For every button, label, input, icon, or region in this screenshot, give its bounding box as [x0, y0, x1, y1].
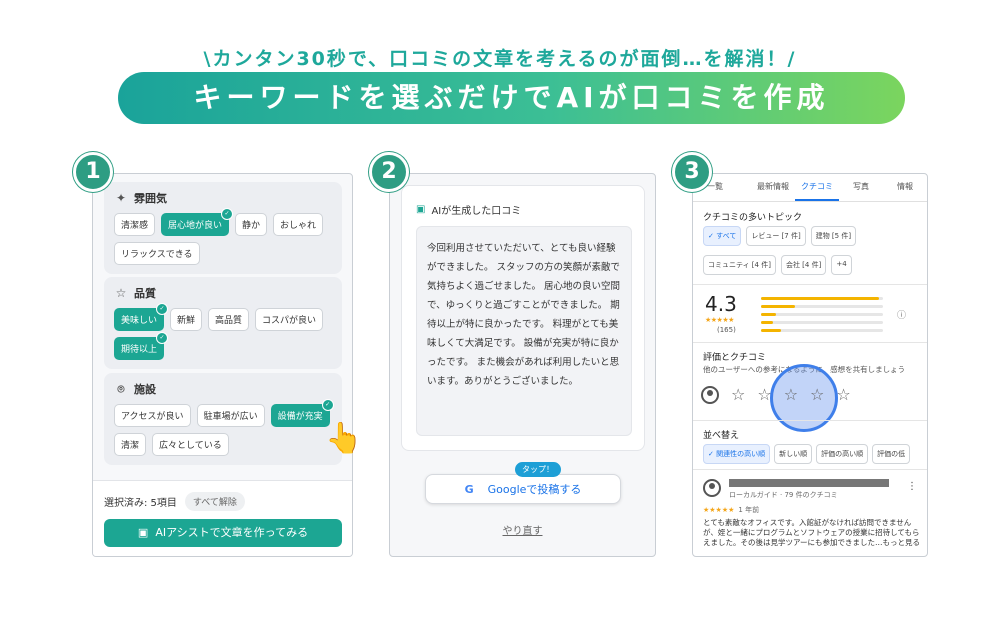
category-title: 雰囲気 [134, 192, 167, 205]
generated-review-heading: AIが生成した口コミ [431, 206, 522, 217]
selected-count: 選択済み: 5項目 [104, 498, 177, 509]
tab-photos[interactable]: 写真 [839, 174, 883, 201]
topic-chip[interactable]: コミュニティ [4 件] [703, 255, 776, 275]
keyword-chip[interactable]: コスパが良い [255, 308, 324, 331]
user-avatar-icon [701, 385, 719, 404]
generated-review-card: ▣ AIが生成した口コミ 今回利用させていただいて、とても良い経験ができました。… [401, 185, 645, 451]
average-rating: 4.3 [705, 292, 737, 316]
review-star-glyphs: ★★★★★ [703, 506, 735, 514]
keyword-chip-selected[interactable]: 期待以上 [114, 332, 169, 360]
reviewer-meta: ローカルガイド · 79 件のクチコミ [729, 491, 838, 499]
review-body: とても素敵なオフィスです。入館証がなければ訪問できませんが、姪と一緒にプログラム… [703, 518, 921, 547]
sort-chip-highest[interactable]: 評価の高い順 [816, 444, 869, 464]
keyword-chip[interactable]: アクセスが良い [114, 404, 191, 427]
reviewer-name-redacted [729, 479, 889, 487]
google-reviews-panel: 一覧 最新情報 クチコミ 写真 情報 クチコミの多いトピック ✓ すべて レビュ… [692, 173, 928, 557]
clear-all-button[interactable]: すべて解除 [184, 492, 245, 511]
tab-reviews[interactable]: クチコミ [795, 174, 839, 201]
sort-title: 並べ替え [703, 431, 740, 441]
rating-bar-1 [761, 329, 883, 332]
tab-info[interactable]: 情報 [883, 174, 927, 201]
keyword-chip[interactable]: 静か [235, 213, 268, 236]
star-input-1[interactable]: ☆ [731, 385, 745, 404]
post-to-google-button[interactable]: G Googleで投稿する [425, 474, 621, 504]
category-title: 品質 [134, 287, 156, 300]
star-outline-icon: ☆ [115, 286, 127, 300]
rating-bar-4 [761, 305, 883, 308]
topic-chip[interactable]: レビュー [7 件] [746, 226, 806, 246]
tapping-hand-icon: 👆 [325, 421, 363, 456]
star-input-3[interactable]: ☆ [784, 385, 798, 404]
sparkle-icon: ✦ [115, 191, 127, 205]
star-input-5[interactable]: ☆ [836, 385, 850, 404]
divider [693, 420, 927, 421]
topic-chip-more[interactable]: +4 [831, 255, 852, 275]
google-icon: G [464, 483, 474, 496]
keyword-chip[interactable]: 清潔 [114, 433, 147, 456]
review-date: 1 年前 [738, 506, 760, 514]
sort-chip-relevance[interactable]: ✓ 関連性の高い順 [703, 444, 771, 464]
star-input-row: ☆ ☆ ☆ ☆ ☆ [701, 385, 851, 404]
rating-stars: ★★★★★ [705, 316, 734, 324]
ai-assist-button-label: AIアシストで文章を作ってみる [155, 526, 309, 539]
info-icon[interactable]: ⓘ [897, 308, 906, 321]
reviewer-avatar-icon [703, 479, 721, 497]
divider [693, 469, 927, 470]
keyword-chip-selected[interactable]: 設備が充実 [270, 399, 334, 427]
generated-review-panel: ▣ AIが生成した口コミ 今回利用させていただいて、とても良い経験ができました。… [389, 173, 656, 557]
keyword-chip-selected[interactable]: 居心地が良い [161, 208, 234, 236]
location-pin-icon: ⌾ [117, 381, 125, 396]
step-badge-1: 1 [73, 152, 113, 192]
keyword-selection-panel: ✦ 雰囲気 清潔感 居心地が良い 静か おしゃれ リラックスできる ☆ 品質 美味し… [92, 173, 353, 557]
category-card-atmosphere: ✦ 雰囲気 清潔感 居心地が良い 静か おしゃれ リラックスできる [104, 182, 342, 274]
sort-chip-lowest[interactable]: 評価の低 [872, 444, 911, 464]
sort-chip-newest[interactable]: 新しい順 [774, 444, 813, 464]
tab-latest[interactable]: 最新情報 [751, 174, 795, 201]
step-badge-3: 3 [672, 152, 712, 192]
keyword-chip[interactable]: 広々としている [152, 433, 229, 456]
generated-review-text[interactable]: 今回利用させていただいて、とても良い経験ができました。 スタッフの方の笑顔が素敵… [416, 226, 632, 436]
selection-footer: 選択済み: 5項目 すべて解除 ▣ AIアシストで文章を作ってみる [93, 480, 352, 556]
topic-chips-row: コミュニティ [4 件] 会社 [4 件] +4 [703, 255, 923, 275]
keyword-chip[interactable]: おしゃれ [273, 213, 324, 236]
keyword-chip[interactable]: 駐車場が広い [196, 404, 265, 427]
keyword-chip[interactable]: 新鮮 [170, 308, 203, 331]
topic-chips-row: ✓ すべて レビュー [7 件] 建物 [5 件] [703, 226, 923, 246]
category-title: 施設 [134, 383, 156, 396]
topic-chip[interactable]: 会社 [4 件] [780, 255, 827, 275]
robot-icon: ▣ [416, 204, 426, 215]
keyword-chip[interactable]: 清潔感 [114, 213, 156, 236]
category-card-quality: ☆ 品質 美味しい 新鮮 高品質 コスパが良い 期待以上 [104, 277, 342, 369]
more-options-icon[interactable]: ⋮ [907, 481, 917, 492]
topics-title: クチコミの多いトピック [703, 213, 803, 223]
step-badge-2: 2 [369, 152, 409, 192]
post-button-label: Googleで投稿する [487, 483, 582, 496]
headline-banner: キーワードを選ぶだけでAIが口コミを作成 [118, 72, 905, 124]
keyword-chip[interactable]: 高品質 [208, 308, 250, 331]
ai-assist-button[interactable]: ▣ AIアシストで文章を作ってみる [104, 519, 342, 547]
rating-distribution [761, 297, 883, 337]
rating-bar-2 [761, 321, 883, 324]
robot-icon: ▣ [137, 526, 149, 539]
rating-bar-3 [761, 313, 883, 316]
category-card-facility: ⌾ 施設 アクセスが良い 駐車場が広い 設備が充実 清潔 広々としている [104, 373, 342, 465]
tab-bar: 一覧 最新情報 クチコミ 写真 情報 [693, 174, 927, 202]
topic-chip[interactable]: 建物 [5 件] [810, 226, 857, 246]
rate-and-review-title: 評価とクチコミ [703, 353, 767, 363]
keyword-chip-selected[interactable]: 美味しい [114, 303, 169, 331]
tap-badge: タップ！ [515, 462, 561, 477]
tagline: \カンタン30秒で、口コミの文章を考えるのが面倒…を解消！/ [203, 48, 797, 70]
keyword-chip[interactable]: リラックスできる [114, 242, 200, 265]
rating-count: (165) [717, 326, 736, 334]
star-input-4[interactable]: ☆ [810, 385, 824, 404]
divider [693, 284, 927, 285]
redo-link[interactable]: やり直す [390, 522, 655, 537]
star-input-2[interactable]: ☆ [757, 385, 771, 404]
sort-chips-row: ✓ 関連性の高い順 新しい順 評価の高い順 評価の低 [703, 444, 927, 464]
review-stars: ★★★★★ 1 年前 [703, 505, 759, 515]
topic-chip-all[interactable]: ✓ すべて [703, 226, 742, 246]
divider [693, 342, 927, 343]
rating-bar-5 [761, 297, 883, 300]
